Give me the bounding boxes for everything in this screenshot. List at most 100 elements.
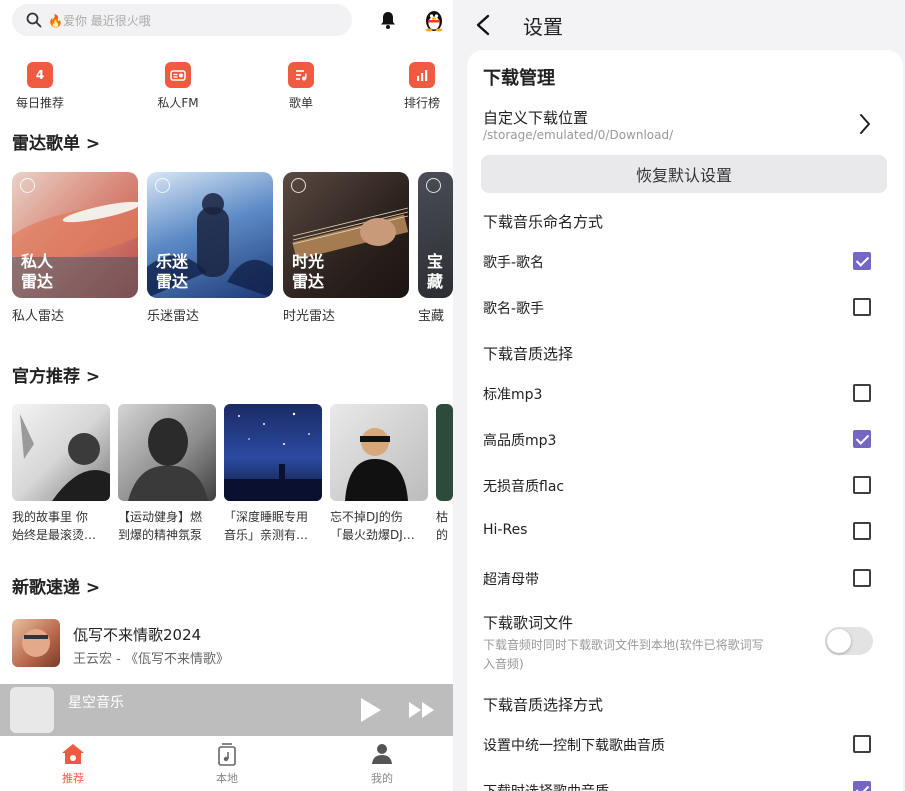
tab-label: 我的 bbox=[371, 772, 393, 785]
quality-master-checkbox[interactable] bbox=[853, 569, 871, 587]
naming-singer-song-checkbox[interactable] bbox=[853, 252, 871, 270]
tab-mine[interactable]: 我的 bbox=[352, 742, 412, 786]
chart-icon bbox=[409, 62, 435, 88]
radar-card[interactable]: 宝藏 bbox=[418, 172, 453, 298]
official-card-art bbox=[20, 414, 110, 501]
quality-mode-ondownload-checkbox[interactable] bbox=[853, 781, 871, 791]
next-icon[interactable] bbox=[408, 701, 436, 719]
lyrics-toggle[interactable] bbox=[825, 627, 873, 655]
tab-label: 本地 bbox=[216, 772, 238, 785]
quality-option-label: 超清母带 bbox=[483, 572, 539, 588]
official-card[interactable] bbox=[224, 404, 322, 501]
naming-option-label: 歌手-歌名 bbox=[483, 255, 545, 271]
official-section-title[interactable]: 官方推荐 > bbox=[12, 362, 100, 387]
custom-path-label[interactable]: 自定义下载位置 bbox=[483, 107, 588, 128]
quality-mode-title: 下载音质选择方式 bbox=[483, 696, 604, 714]
radar-name: 乐迷雷达 bbox=[147, 309, 200, 324]
netease-logo-icon bbox=[20, 178, 35, 193]
radar-overlay: 时光雷达 bbox=[292, 252, 325, 291]
playlist-icon bbox=[288, 62, 314, 88]
quality-high-checkbox[interactable] bbox=[853, 430, 871, 448]
song-subtitle: 王云宏 - 《佤写不来情歌》 bbox=[73, 652, 229, 667]
quality-option-label: 高品质mp3 bbox=[483, 433, 557, 449]
radar-overlay: 乐迷雷达 bbox=[156, 252, 189, 291]
caption-line: 的 bbox=[436, 528, 449, 542]
caption-line: 音乐」亲测有… bbox=[224, 528, 309, 542]
radar-overlay: 宝藏 bbox=[427, 252, 444, 291]
caption-line: 「最火劲爆DJ… bbox=[330, 528, 415, 542]
caption-line: 【运动健身】燃 bbox=[118, 510, 203, 524]
new-songs-section-title[interactable]: 新歌速递 > bbox=[12, 573, 100, 598]
radar-section-title[interactable]: 雷达歌单 > bbox=[12, 129, 100, 154]
bottom-tab-bar: 推荐 本地 我的 bbox=[0, 736, 453, 791]
quality-title: 下载音质选择 bbox=[483, 345, 574, 363]
radar-name: 宝藏 bbox=[418, 309, 445, 324]
calendar-icon: 4 bbox=[27, 62, 53, 88]
custom-path-value: /storage/emulated/0/Download/ bbox=[483, 128, 674, 142]
reset-default-button[interactable]: 恢复默认设置 bbox=[481, 155, 887, 193]
naming-song-singer-checkbox[interactable] bbox=[853, 298, 871, 316]
lyrics-title: 下载歌词文件 bbox=[483, 614, 574, 632]
official-card[interactable] bbox=[330, 404, 428, 501]
official-card-art bbox=[128, 418, 208, 501]
quality-lossless-checkbox[interactable] bbox=[853, 476, 871, 494]
lyrics-desc: 下载音频时同时下载歌词文件到本地(软件已将歌词写 bbox=[483, 638, 764, 652]
search-icon bbox=[26, 12, 42, 28]
netease-logo-icon bbox=[426, 178, 441, 193]
lyrics-desc: 入音频) bbox=[483, 657, 524, 671]
radar-overlay: 私人雷达 bbox=[21, 252, 54, 291]
quick-label: 每日推荐 bbox=[15, 96, 64, 110]
bell-icon[interactable] bbox=[378, 10, 398, 30]
settings-screen: 设置 下载管理 自定义下载位置 /storage/emulated/0/Down… bbox=[453, 0, 905, 791]
quick-daily-recommend[interactable]: 4 每日推荐 bbox=[5, 62, 75, 111]
official-card[interactable] bbox=[12, 404, 110, 501]
quick-private-fm[interactable]: 私人FM bbox=[143, 62, 213, 111]
tab-local[interactable]: 本地 bbox=[197, 742, 257, 786]
search-bar[interactable]: 🔥爱你 最近很火哦 bbox=[12, 4, 352, 36]
naming-option-label: 歌名-歌手 bbox=[483, 301, 545, 317]
quick-label: 歌单 bbox=[288, 96, 313, 110]
home-icon bbox=[62, 744, 84, 764]
caption-line: 到爆的精神氛泵 bbox=[118, 528, 203, 542]
quality-mode-option-label: 设置中统一控制下载歌曲音质 bbox=[483, 738, 665, 754]
qq-penguin-icon[interactable] bbox=[422, 8, 446, 32]
caption-line: 始终是最滚烫… bbox=[12, 528, 97, 542]
song-cover-art bbox=[22, 629, 50, 657]
song-cover[interactable] bbox=[12, 619, 60, 667]
player-cover bbox=[10, 687, 54, 733]
quality-hires-checkbox[interactable] bbox=[853, 522, 871, 540]
quick-chart[interactable]: 排行榜 bbox=[387, 62, 453, 111]
quick-playlist[interactable]: 歌单 bbox=[266, 62, 336, 111]
mini-player[interactable]: 星空音乐 bbox=[0, 684, 453, 736]
radio-icon bbox=[165, 62, 191, 88]
official-card[interactable] bbox=[436, 404, 453, 501]
official-caption: 我的故事里 你 始终是最滚烫… bbox=[12, 508, 116, 544]
radar-card[interactable]: 私人雷达 bbox=[12, 172, 138, 298]
naming-title: 下载音乐命名方式 bbox=[483, 213, 604, 231]
toggle-knob bbox=[827, 629, 851, 653]
caption-line: 「深度睡眠专用 bbox=[224, 510, 309, 524]
chevron-right-icon[interactable] bbox=[858, 113, 872, 135]
quality-option-label: 标准mp3 bbox=[483, 387, 543, 403]
caption-line: 我的故事里 你 bbox=[12, 510, 88, 524]
music-home-screen: 🔥爱你 最近很火哦 4 每日推荐 私人FM 歌单 排行榜 雷达歌单 > 私人雷达… bbox=[0, 0, 453, 791]
download-management-title: 下载管理 bbox=[483, 68, 555, 89]
quality-mode-settings-checkbox[interactable] bbox=[853, 735, 871, 753]
song-title[interactable]: 佤写不来情歌2024 bbox=[73, 624, 201, 645]
back-arrow-icon[interactable] bbox=[475, 14, 491, 36]
quality-option-label: 无损音质flac bbox=[483, 479, 565, 495]
official-card-art bbox=[224, 412, 322, 501]
radar-name: 时光雷达 bbox=[283, 309, 336, 324]
official-card-art bbox=[345, 428, 408, 501]
official-caption: 忘不掉DJ的伤 「最火劲爆DJ… bbox=[330, 508, 434, 544]
official-caption: 【运动健身】燃 到爆的精神氛泵 bbox=[118, 508, 222, 544]
user-icon bbox=[372, 744, 392, 764]
play-icon[interactable] bbox=[359, 697, 383, 723]
quick-label: 私人FM bbox=[157, 96, 199, 110]
tab-recommend[interactable]: 推荐 bbox=[43, 742, 103, 786]
radar-card[interactable]: 时光雷达 bbox=[283, 172, 409, 298]
player-track-name: 星空音乐 bbox=[68, 695, 124, 711]
radar-card[interactable]: 乐迷雷达 bbox=[147, 172, 273, 298]
quality-standard-checkbox[interactable] bbox=[853, 384, 871, 402]
official-card[interactable] bbox=[118, 404, 216, 501]
